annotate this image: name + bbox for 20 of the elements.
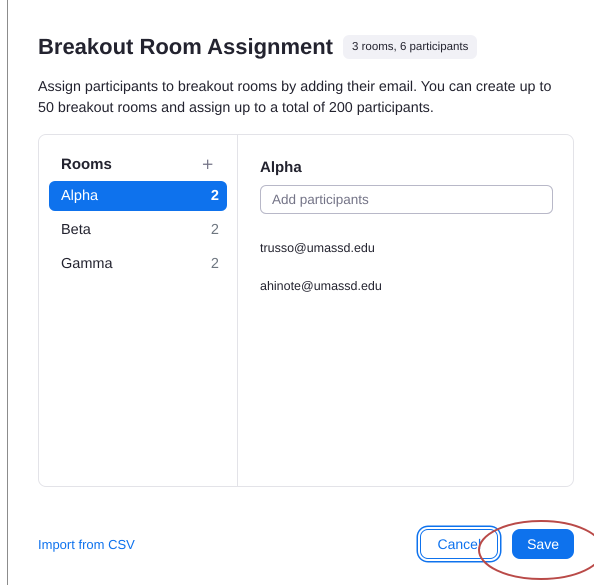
dialog-title: Breakout Room Assignment [38,34,334,60]
save-button[interactable]: Save [512,529,574,559]
participant-email: ahinote@umassd.edu [260,279,383,293]
participant-email: trusso@umassd.edu [260,241,376,255]
room-item[interactable]: Gamma 2 [49,249,227,279]
add-room-button[interactable]: + [201,155,214,173]
room-item[interactable]: Beta 2 [49,215,227,245]
room-title: Alpha [260,159,303,176]
description-text: Assign participants to breakout rooms by adding their email. You can create up to 50 breakout rooms and assign up to a total of 200 participants. [38,78,552,118]
room-item[interactable]: Alpha 2 [49,181,227,211]
room-count: 2 [210,222,219,238]
room-name: Beta [61,222,91,238]
count-badge: 3 rooms, 6 participants [343,35,478,59]
participant-input-field[interactable]: Add participants [260,185,553,214]
room-name: Alpha [61,188,98,204]
rooms-heading: Rooms [61,156,112,172]
room-count: 2 [210,188,219,204]
room-name: Gamma [61,256,113,272]
room-count: 2 [210,256,219,272]
import-csv-link[interactable]: Import from CSV [38,536,135,552]
